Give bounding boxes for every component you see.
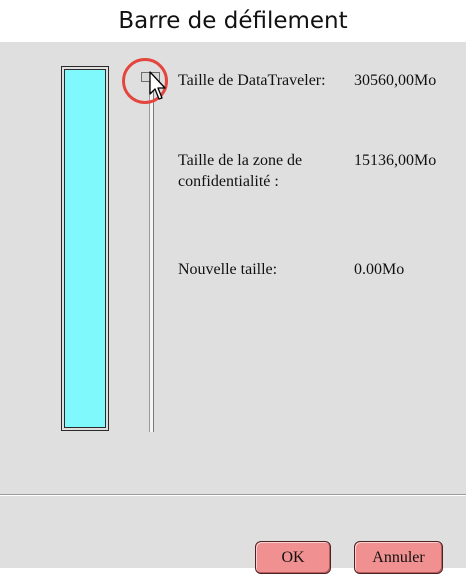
datatraveler-size-value: 30560,00Mo xyxy=(354,72,437,89)
slider-track[interactable] xyxy=(149,80,154,432)
privacy-zone-size-value: 15136,00Mo xyxy=(354,152,437,169)
privacy-zone-size-label: Taille de la zone de confidentialité : xyxy=(178,152,303,190)
ok-button[interactable]: OK xyxy=(255,541,331,574)
cancel-button[interactable]: Annuler xyxy=(354,541,443,574)
caption-title: Barre de défilement xyxy=(118,8,348,34)
capacity-bar xyxy=(61,66,109,431)
footer-divider-highlight xyxy=(0,495,466,496)
new-size-label: Nouvelle taille: xyxy=(178,261,278,278)
new-size-value: 0.00Mo xyxy=(354,261,405,278)
datatraveler-size-label: Taille de DataTraveler: xyxy=(178,72,326,89)
capacity-bar-fill xyxy=(64,69,106,428)
mouse-cursor-icon xyxy=(149,71,166,100)
